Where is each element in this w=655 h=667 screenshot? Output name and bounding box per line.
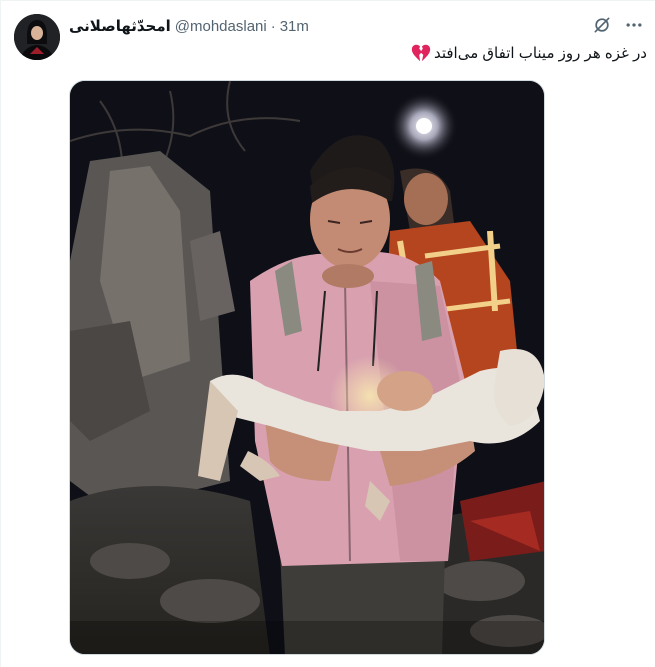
- tweet-text: در غزه هر روز میناب اتفاق می‌افتد: [410, 41, 647, 65]
- more-options-icon[interactable]: [621, 12, 647, 38]
- tweet-header: امحدّثهاصلانی @mohdaslani · 31m: [69, 15, 309, 37]
- separator-dot: ·: [270, 17, 276, 35]
- grok-icon[interactable]: [589, 12, 615, 38]
- top-actions: [589, 12, 647, 38]
- tweet-card[interactable]: امحدّثهاصلانی @mohdaslani · 31m در غزه ه…: [0, 0, 655, 667]
- tweet-text-content: در غزه هر روز میناب اتفاق می‌افتد: [433, 45, 647, 62]
- author-handle[interactable]: @mohdaslani: [175, 18, 267, 35]
- tweet-media-photo[interactable]: [69, 80, 545, 655]
- broken-heart-icon: [410, 43, 432, 63]
- author-display-name[interactable]: امحدّثهاصلانی: [69, 17, 171, 35]
- avatar[interactable]: [14, 14, 60, 60]
- tweet-timestamp[interactable]: 31m: [280, 18, 309, 35]
